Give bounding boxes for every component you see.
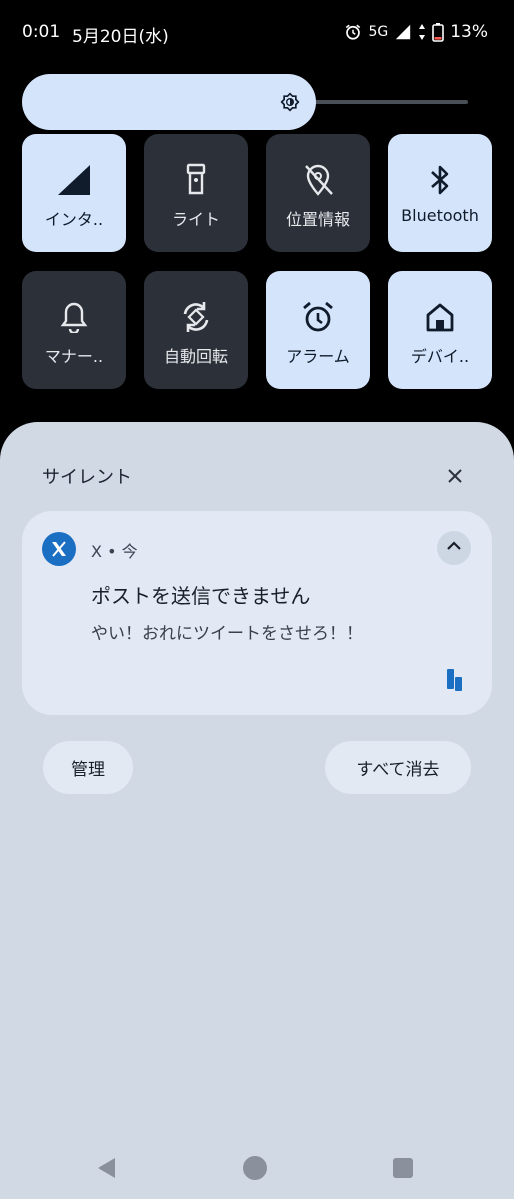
tile-label: アラーム <box>286 347 350 366</box>
notification-separator: • <box>107 542 117 561</box>
notification-title: ポストを送信できません <box>91 584 311 608</box>
silent-section-title: サイレント <box>42 467 132 488</box>
brightness-track[interactable] <box>292 100 468 104</box>
x-app-icon <box>42 532 76 566</box>
chevron-up-icon <box>444 536 464 560</box>
notification-time: 今 <box>121 542 138 561</box>
brightness-slider[interactable] <box>22 74 468 130</box>
tile-device-controls[interactable]: デバイ.. <box>388 271 492 389</box>
status-bar: 0:01 5月20日(水) 5G 13% <box>0 0 514 64</box>
signal-icon <box>56 160 92 200</box>
tile-label: ライト <box>171 210 220 229</box>
tile-label: 位置情報 <box>285 210 350 229</box>
rotate-icon <box>179 297 213 337</box>
clear-all-button[interactable]: すべて消去 <box>325 741 471 794</box>
brightness-icon <box>280 92 300 116</box>
signal-icon <box>394 23 412 41</box>
collapse-button[interactable] <box>437 531 471 565</box>
location-off-icon <box>302 160 334 200</box>
notification-app-name: X <box>91 542 102 561</box>
home-icon <box>424 297 456 337</box>
tile-manner-mode[interactable]: マナー.. <box>22 271 126 389</box>
back-icon[interactable] <box>95 1156 119 1184</box>
flashlight-icon <box>185 160 207 200</box>
tile-label: マナー.. <box>44 347 104 366</box>
bell-icon <box>60 297 88 337</box>
alarm-icon <box>344 23 362 41</box>
tile-alarm[interactable]: アラーム <box>266 271 370 389</box>
bluetooth-icon <box>429 160 451 200</box>
tile-label: デバイ.. <box>410 347 470 366</box>
tile-internet[interactable]: インタ.. <box>22 134 126 252</box>
manage-button[interactable]: 管理 <box>43 741 133 794</box>
brightness-fill[interactable] <box>22 74 316 130</box>
notification-body: やい！おれにツイートをさせろ！！ <box>91 624 363 644</box>
data-arrows-icon <box>418 23 426 41</box>
navigation-bar <box>0 1140 514 1196</box>
tile-auto-rotate[interactable]: 自動回転 <box>144 271 248 389</box>
status-date: 5月20日(水) <box>72 27 169 47</box>
network-type: 5G <box>368 24 389 40</box>
tile-label: インタ.. <box>44 210 104 229</box>
battery-percent: 13% <box>450 22 488 42</box>
tile-bluetooth[interactable]: Bluetooth <box>388 134 492 252</box>
tile-label: 自動回転 <box>163 347 228 366</box>
status-time: 0:01 <box>22 22 61 42</box>
alarm-icon <box>301 297 335 337</box>
split-screen-icon[interactable] <box>446 668 464 696</box>
close-icon[interactable] <box>442 463 468 489</box>
notification-meta: X • 今 <box>91 538 138 562</box>
status-icons: 5G 13% <box>344 22 488 42</box>
tile-location[interactable]: 位置情報 <box>266 134 370 252</box>
tile-flashlight[interactable]: ライト <box>144 134 248 252</box>
battery-icon <box>432 22 445 42</box>
home-button-icon[interactable] <box>243 1156 267 1180</box>
recents-icon[interactable] <box>393 1158 413 1178</box>
tile-label: Bluetooth <box>401 206 479 225</box>
